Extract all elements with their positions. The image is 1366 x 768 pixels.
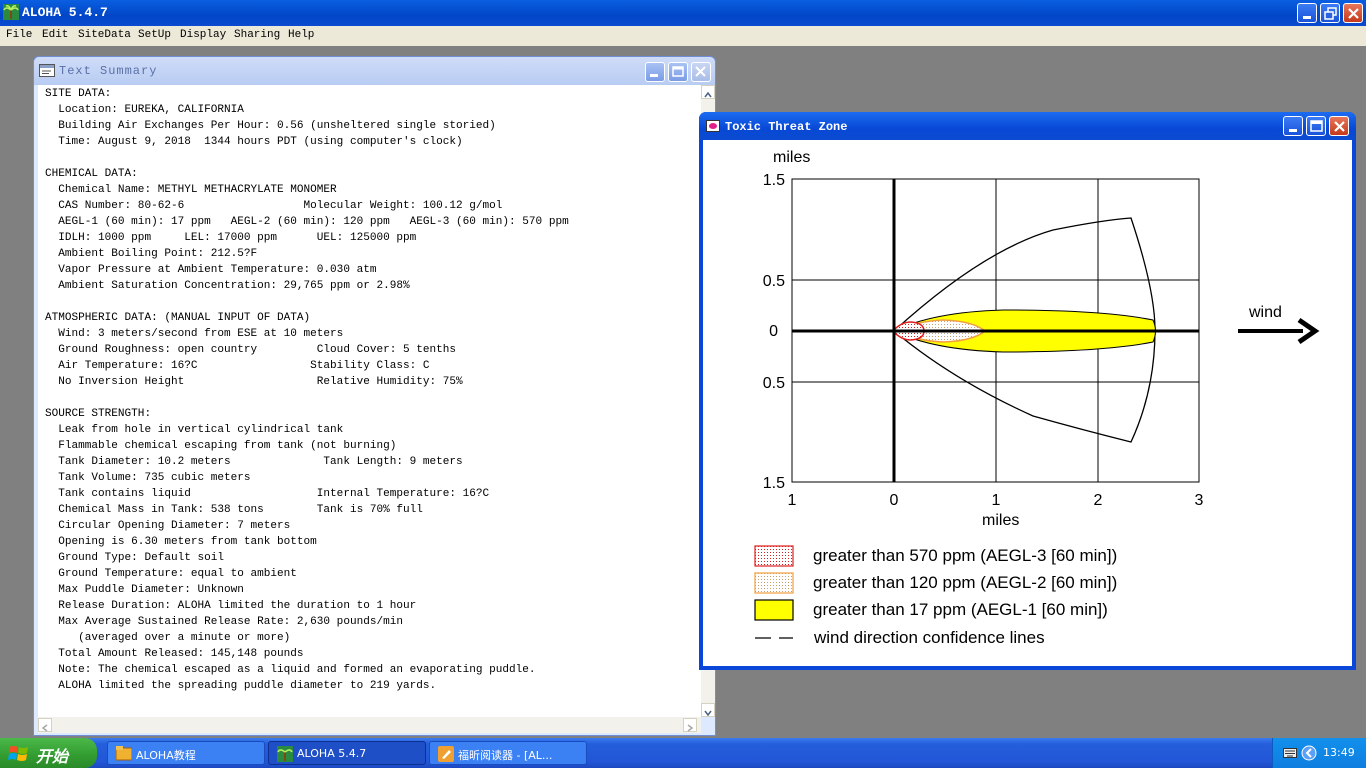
legend-label-aegl-2: greater than 120 ppm (AEGL-2 [60 min]) <box>813 573 1117 592</box>
threat-zone-title-bar[interactable]: Toxic Threat Zone <box>699 112 1356 140</box>
task-label: 福昕阅读器 - [AL... <box>458 749 553 762</box>
document-icon <box>39 64 55 77</box>
task-label: ALOHA 5.4.7 <box>297 747 367 760</box>
task-foxit-reader[interactable]: 福昕阅读器 - [AL... <box>429 741 587 765</box>
summary-text-area[interactable]: SITE DATA: Location: EUREKA, CALIFORNIA … <box>38 85 701 717</box>
menu-sharing[interactable]: Sharing <box>234 29 280 41</box>
task-aloha-tutorial[interactable]: ALOHA教程 <box>107 741 265 765</box>
x-tick-label: 1 <box>992 492 1001 509</box>
summary-text: SITE DATA: Location: EUREKA, CALIFORNIA … <box>45 88 569 692</box>
menu-file[interactable]: File <box>6 29 32 41</box>
x-tick-label: 1 <box>788 492 797 509</box>
menu-setup[interactable]: SetUp <box>138 29 171 41</box>
palm-tree-icon <box>3 4 19 20</box>
start-button[interactable]: 开始 <box>0 738 97 768</box>
threat-maximize-button[interactable] <box>1306 116 1326 136</box>
app-title: ALOHA 5.4.7 <box>22 5 108 20</box>
minimize-icon <box>650 74 658 77</box>
scroll-up-button[interactable] <box>701 85 715 99</box>
summary-close-button[interactable] <box>691 62 711 82</box>
y-tick-label: 1.5 <box>763 172 785 189</box>
legend-label-aegl-1: greater than 17 ppm (AEGL-1 [60 min]) <box>813 600 1108 619</box>
threat-minimize-button[interactable] <box>1283 116 1303 136</box>
menu-sitedata[interactable]: SiteData <box>78 29 131 41</box>
threat-zone-icon <box>706 120 720 132</box>
menu-bar: File Edit SiteData SetUp Display Sharing… <box>0 26 1366 46</box>
start-label: 开始 <box>36 747 69 766</box>
threat-zone-title: Toxic Threat Zone <box>725 120 848 134</box>
x-tick-label: 0 <box>890 492 899 509</box>
y-tick-label: 1.5 <box>763 475 785 492</box>
threat-zone-plot: miles miles 1.5 0.5 0 0.5 1.5 1 0 1 2 3 <box>754 149 1320 647</box>
x-tick-label: 2 <box>1094 492 1103 509</box>
x-tick-label: 3 <box>1195 492 1204 509</box>
close-icon <box>695 66 706 77</box>
threat-close-button[interactable] <box>1329 116 1349 136</box>
keyboard-icon[interactable] <box>1283 748 1297 758</box>
menu-display[interactable]: Display <box>180 29 226 41</box>
summary-maximize-button[interactable] <box>668 62 688 82</box>
wind-arrow-icon <box>1238 317 1320 345</box>
y-tick-label: 0.5 <box>763 273 785 290</box>
arrow-down-icon <box>704 710 712 717</box>
y-axis-unit: miles <box>773 149 810 166</box>
folder-icon <box>116 746 132 761</box>
scroll-left-button[interactable] <box>38 718 52 732</box>
x-axis-unit: miles <box>982 512 1019 529</box>
text-summary-window: Text Summary SITE DATA: Location: EUREKA… <box>33 56 716 736</box>
minimize-icon <box>1303 16 1311 19</box>
windows-logo-icon <box>8 746 28 761</box>
toxic-threat-zone-window: Toxic Threat Zone miles miles 1.5 0.5 0 … <box>699 112 1356 670</box>
restore-icon <box>1324 7 1337 20</box>
text-summary-title-bar[interactable]: Text Summary <box>34 57 715 85</box>
legend-swatch-aegl-1 <box>754 599 794 621</box>
show-hidden-icons-button[interactable] <box>1301 745 1317 761</box>
legend-label-confidence: wind direction confidence lines <box>813 628 1045 647</box>
summary-minimize-button[interactable] <box>645 62 665 82</box>
legend-label-aegl-3: greater than 570 ppm (AEGL-3 [60 min]) <box>813 546 1117 565</box>
task-aloha-app[interactable]: ALOHA 5.4.7 <box>268 741 426 765</box>
scroll-down-button[interactable] <box>701 703 715 717</box>
y-tick-label: 0.5 <box>763 375 785 392</box>
restore-button[interactable] <box>1320 3 1340 23</box>
wind-label: wind <box>1248 304 1282 321</box>
text-summary-title: Text Summary <box>59 64 158 78</box>
menu-help[interactable]: Help <box>288 29 314 41</box>
palm-tree-icon <box>277 746 293 762</box>
clock: 13:49 <box>1323 746 1355 759</box>
arrow-left-icon <box>41 724 48 732</box>
menu-edit[interactable]: Edit <box>42 29 68 41</box>
task-label: ALOHA教程 <box>136 749 196 762</box>
close-icon <box>1348 8 1359 19</box>
pdf-reader-icon <box>438 746 454 762</box>
app-title-bar[interactable]: ALOHA 5.4.7 <box>0 0 1366 26</box>
maximize-icon <box>1310 120 1323 132</box>
minimize-icon <box>1289 129 1297 132</box>
close-button[interactable] <box>1343 3 1363 23</box>
scroll-right-button[interactable] <box>683 718 697 732</box>
horizontal-scrollbar[interactable] <box>38 717 701 733</box>
y-tick-label: 0 <box>769 323 778 340</box>
legend-swatch-aegl-2 <box>754 572 794 594</box>
minimize-button[interactable] <box>1297 3 1317 23</box>
system-tray: 13:49 <box>1272 738 1366 768</box>
arrow-right-icon <box>687 724 694 732</box>
close-icon <box>1334 121 1345 132</box>
legend-swatch-aegl-3 <box>754 545 794 567</box>
arrow-up-icon <box>704 91 712 98</box>
threat-zone-plot-area: miles miles 1.5 0.5 0 0.5 1.5 1 0 1 2 3 <box>703 140 1352 666</box>
taskbar: 开始 ALOHA教程 ALOHA 5.4.7 福昕阅读器 - [AL... 13… <box>0 738 1366 768</box>
maximize-icon <box>672 66 684 77</box>
